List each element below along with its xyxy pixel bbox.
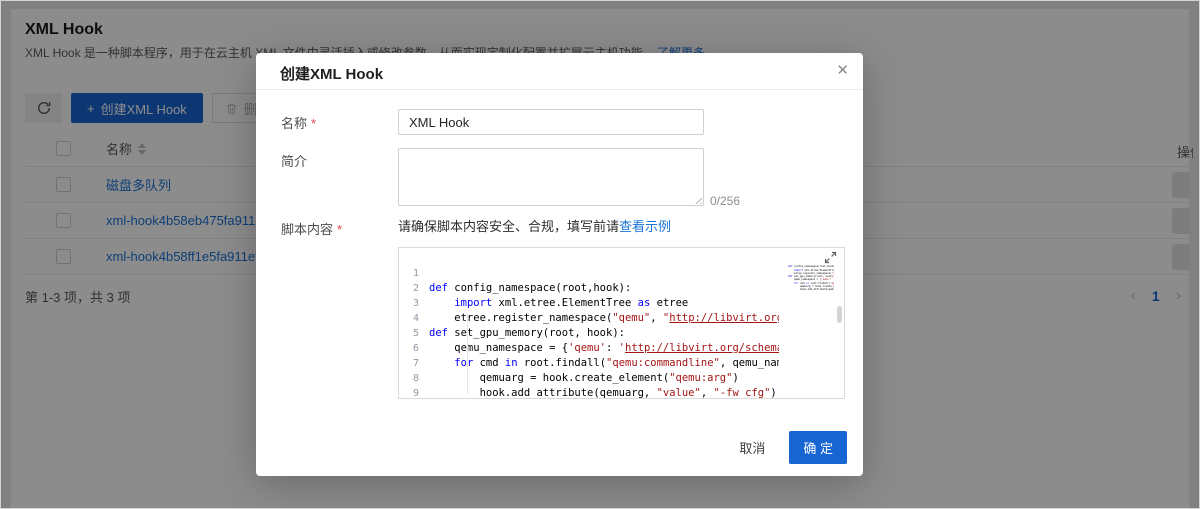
script-hint: 请确保脚本内容安全、合规，填写前请查看示例 — [398, 216, 671, 235]
code-line: hook.add_attribute(qemuarg, "value", "-f… — [788, 288, 834, 291]
indent-guide — [467, 314, 468, 394]
cancel-button[interactable]: 取消 — [731, 432, 773, 463]
line-number: 3 — [399, 296, 429, 311]
code-line: 8 qemuarg = hook.create_element("qemu:ar… — [399, 371, 844, 386]
editor-scrollbar-thumb[interactable] — [837, 306, 842, 323]
code-line: 5def set_gpu_memory(root, hook): — [399, 326, 844, 341]
required-mark: * — [337, 222, 342, 237]
expand-icon[interactable] — [824, 251, 837, 264]
intro-textarea-wrap — [398, 148, 704, 206]
code-lines: 12def config_namespace(root,hook):3 impo… — [399, 266, 844, 398]
required-mark: * — [311, 116, 316, 131]
code-line: 7 for cmd in root.findall("qemu:commandl… — [399, 356, 844, 371]
code-line: 2def config_namespace(root,hook): — [399, 281, 844, 296]
code-line: 1 — [399, 266, 844, 281]
confirm-button[interactable]: 确 定 — [789, 431, 847, 464]
editor-minimap[interactable]: def config_namespace(root,hook): import … — [788, 262, 834, 292]
code-line: 6 qemu_namespace = {'qemu': 'http://libv… — [399, 341, 844, 356]
line-number: 6 — [399, 341, 429, 356]
modal-footer: 取消 确 定 — [731, 431, 847, 464]
line-number: 7 — [399, 356, 429, 371]
app-screen: XML Hook XML Hook 是一种脚本程序，用于在云主机 XML 文件中… — [0, 0, 1200, 509]
script-code-editor[interactable]: 12def config_namespace(root,hook):3 impo… — [398, 247, 845, 399]
script-field-label: 脚本内容* — [281, 219, 342, 238]
code-line: 3 import xml.etree.ElementTree as etree — [399, 296, 844, 311]
code-line: 4 etree.register_namespace("qemu", "http… — [399, 311, 844, 326]
create-xml-hook-modal: 创建XML Hook ✕ 名称* 简介 0/256 脚本内容* 请确保脚本内容安… — [256, 53, 863, 476]
line-number: 5 — [399, 326, 429, 341]
name-field-label: 名称* — [281, 113, 316, 132]
line-number: 2 — [399, 281, 429, 296]
line-number: 4 — [399, 311, 429, 326]
line-number: 8 — [399, 371, 429, 386]
code-line: 9 hook.add_attribute(qemuarg, "value", "… — [399, 386, 844, 398]
code-area[interactable]: 12def config_namespace(root,hook):3 impo… — [399, 266, 844, 398]
close-icon[interactable]: ✕ — [836, 61, 849, 79]
intro-field-label: 简介 — [281, 151, 307, 170]
intro-char-counter: 0/256 — [710, 194, 740, 208]
intro-textarea[interactable] — [398, 148, 704, 206]
modal-title: 创建XML Hook — [280, 63, 383, 84]
line-number: 1 — [399, 266, 429, 281]
view-example-link[interactable]: 查看示例 — [619, 219, 671, 234]
modal-header: 创建XML Hook ✕ — [256, 53, 863, 90]
line-number: 9 — [399, 386, 429, 398]
name-input[interactable] — [398, 109, 704, 135]
